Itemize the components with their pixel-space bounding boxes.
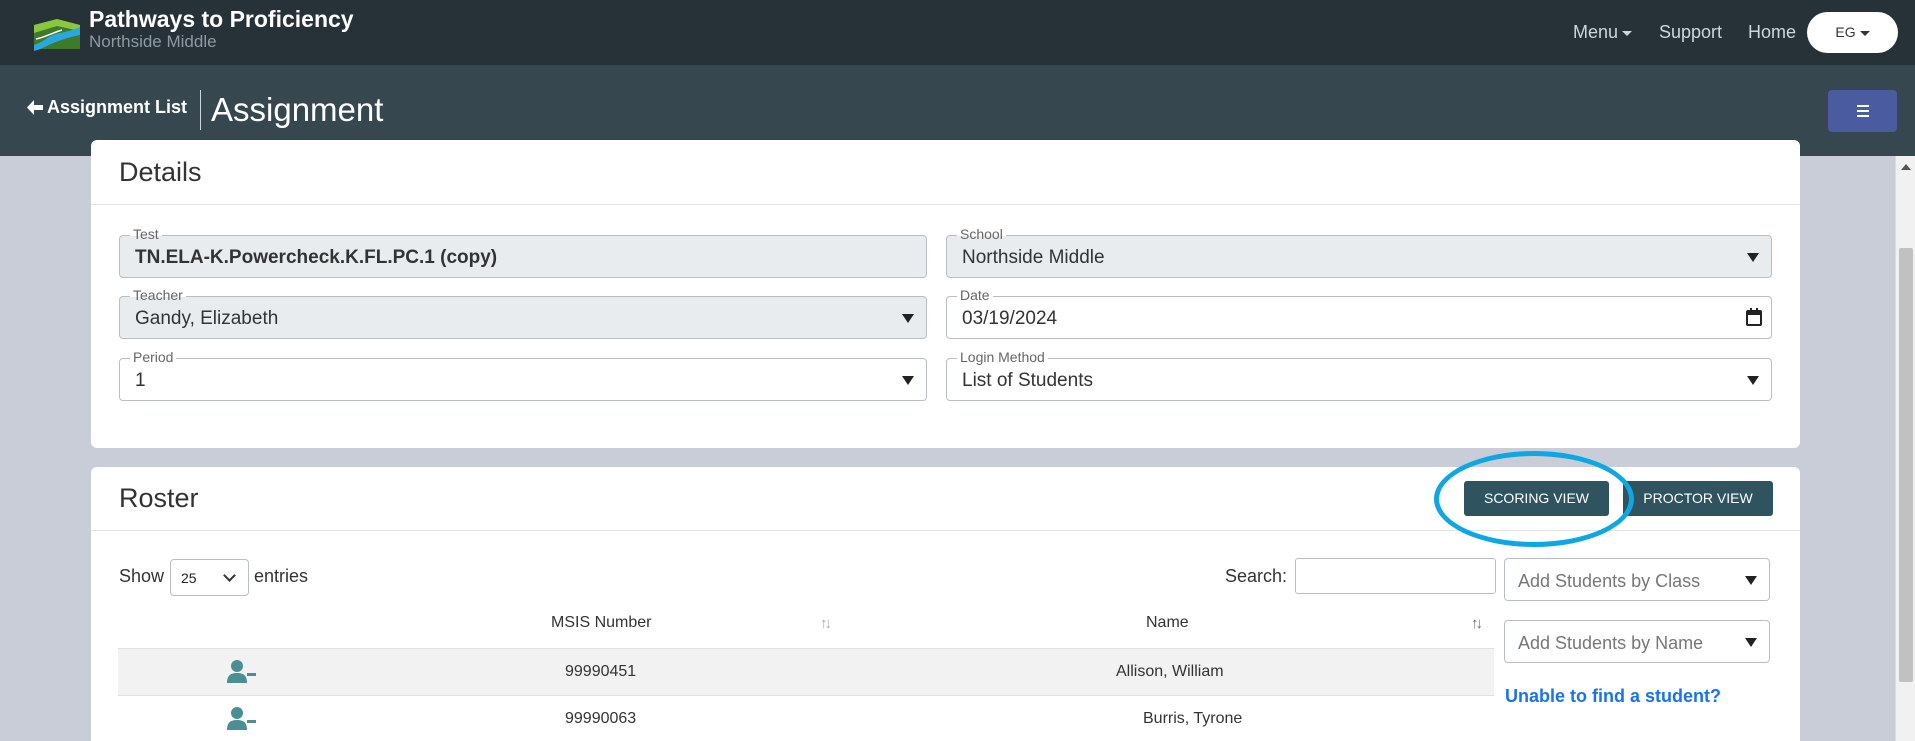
hamburger-menu-button[interactable]: [1828, 90, 1897, 132]
period-select-label: Period: [130, 350, 177, 365]
remove-student-icon[interactable]: [227, 707, 257, 731]
teacher-select-label: Teacher: [130, 288, 186, 303]
caret-down-icon: [902, 376, 914, 385]
caret-down-icon: [1747, 253, 1759, 262]
school-select[interactable]: School Northside Middle: [946, 227, 1772, 278]
remove-student-icon[interactable]: [227, 660, 257, 684]
caret-down-icon: [902, 314, 914, 323]
login-method-value: List of Students: [962, 370, 1093, 391]
search-label: Search:: [1225, 566, 1288, 586]
back-to-assignment-list-link[interactable]: Assignment List: [27, 97, 187, 118]
calendar-icon[interactable]: [1746, 308, 1762, 326]
user-menu-button[interactable]: EG: [1807, 12, 1898, 53]
add-students-by-name-select[interactable]: Add Students by Name: [1504, 620, 1770, 663]
sort-ascending-icon[interactable]: ↑↓: [1471, 615, 1483, 632]
divider: [91, 204, 1800, 205]
scrollbar-thumb[interactable]: [1899, 248, 1913, 682]
sort-icon[interactable]: ↑↓: [820, 615, 832, 632]
login-method-select[interactable]: Login Method List of Students: [946, 350, 1772, 401]
pathways-logo-icon[interactable]: [30, 11, 84, 53]
home-link[interactable]: Home: [1748, 22, 1796, 43]
school-select-label: School: [957, 227, 1006, 242]
caret-down-icon: [1747, 376, 1759, 385]
school-select-value: Northside Middle: [962, 247, 1105, 268]
teacher-select[interactable]: Teacher Gandy, Elizabeth: [119, 288, 927, 339]
top-navbar: Pathways to Proficiency Northside Middle…: [0, 0, 1915, 65]
arrow-left-icon: [27, 100, 43, 115]
name-cell: Allison, William: [1116, 663, 1224, 680]
caret-down-icon: [1745, 576, 1757, 585]
caret-down-icon: [1859, 30, 1870, 36]
entries-per-page-select[interactable]: 25: [170, 559, 249, 596]
hamburger-icon: [1857, 105, 1869, 107]
period-select-value: 1: [135, 370, 146, 391]
column-header-msis[interactable]: MSIS Number: [551, 614, 651, 632]
user-initials: EG: [1835, 24, 1856, 40]
show-label: Show: [119, 566, 165, 586]
header-divider: [200, 90, 201, 130]
msis-cell: 99990063: [565, 710, 637, 727]
name-cell: Burris, Tyrone: [1143, 710, 1243, 727]
caret-down-icon: [1622, 30, 1633, 36]
period-select[interactable]: Period 1: [119, 350, 927, 401]
add-students-by-class-select[interactable]: Add Students by Class: [1504, 558, 1770, 601]
search-input[interactable]: [1295, 558, 1496, 594]
caret-down-icon: [1745, 638, 1757, 647]
back-link-label: Assignment List: [47, 97, 188, 117]
date-input[interactable]: Date 03/19/2024: [946, 288, 1772, 339]
app-title: Pathways to Proficiency: [89, 6, 354, 32]
table-row: 99990451 Allison, William: [118, 648, 1494, 695]
entries-value: 25: [181, 570, 197, 586]
page-title: Assignment: [211, 91, 384, 128]
school-subtitle: Northside Middle: [89, 32, 217, 51]
chevron-down-icon: [223, 569, 236, 582]
proctor-view-button[interactable]: PROCTOR VIEW: [1623, 481, 1773, 516]
date-input-label: Date: [957, 288, 993, 303]
msis-cell: 99990451: [565, 663, 637, 680]
teacher-select-value: Gandy, Elizabeth: [135, 308, 279, 329]
test-field-label: Test: [130, 227, 162, 242]
test-field: Test TN.ELA-K.Powercheck.K.FL.PC.1 (copy…: [119, 227, 927, 278]
highlight-annotation: [1434, 451, 1634, 547]
details-heading: Details: [119, 157, 202, 187]
entries-label: entries: [254, 566, 309, 586]
page-scrollbar[interactable]: [1895, 156, 1915, 741]
roster-heading: Roster: [119, 483, 199, 513]
scroll-up-arrow-icon[interactable]: [1901, 164, 1911, 170]
add-by-class-placeholder: Add Students by Class: [1518, 571, 1701, 591]
support-link[interactable]: Support: [1659, 22, 1722, 43]
table-row: 99990063 Burris, Tyrone: [118, 695, 1494, 741]
login-method-label: Login Method: [957, 350, 1048, 365]
menu-label: Menu: [1573, 22, 1619, 42]
date-input-value: 03/19/2024: [962, 308, 1058, 329]
test-field-value: TN.ELA-K.Powercheck.K.FL.PC.1 (copy): [135, 247, 498, 268]
unable-to-find-student-link[interactable]: Unable to find a student?: [1505, 686, 1721, 707]
add-by-name-placeholder: Add Students by Name: [1518, 633, 1704, 653]
details-card: Details Test TN.ELA-K.Powercheck.K.FL.PC…: [91, 140, 1800, 448]
column-header-name[interactable]: Name: [1146, 614, 1189, 632]
menu-dropdown[interactable]: Menu: [1573, 22, 1633, 43]
